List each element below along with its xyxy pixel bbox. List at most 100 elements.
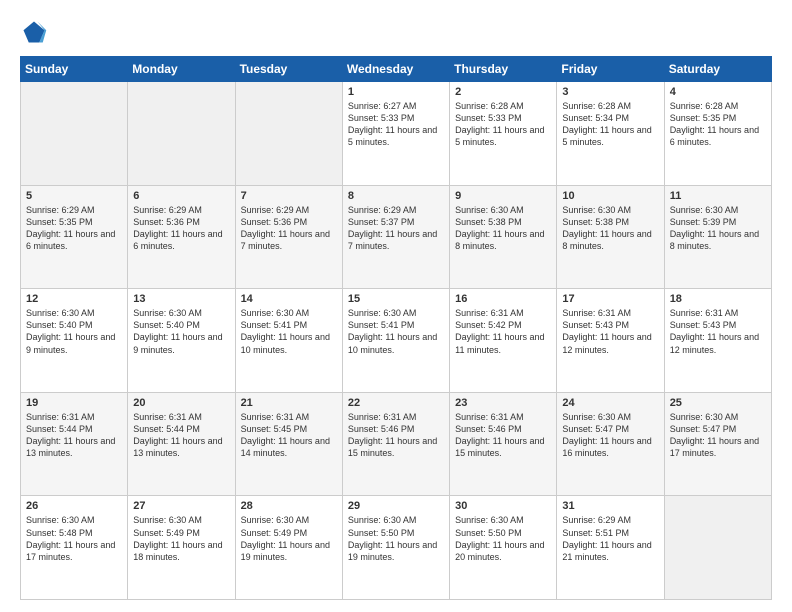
day-number: 18	[670, 293, 766, 305]
day-number: 30	[455, 500, 551, 512]
cell-content: Sunrise: 6:31 AMSunset: 5:43 PMDaylight:…	[670, 307, 766, 356]
cell-content: Sunrise: 6:28 AM Sunset: 5:34 PM Daylight:…	[562, 100, 658, 149]
calendar-cell: 20Sunrise: 6:31 AMSunset: 5:44 PMDayligh…	[128, 392, 235, 496]
calendar-week-row: 5Sunrise: 6:29 AMSunset: 5:35 PMDaylight…	[21, 185, 772, 289]
cell-content: Sunrise: 6:30 AMSunset: 5:49 PMDaylight:…	[241, 514, 337, 563]
sunrise-text: Sunrise: 6:30 AM	[26, 515, 95, 525]
sunrise-text: Sunrise: 6:29 AM	[241, 205, 310, 215]
weekday-header-saturday: Saturday	[664, 57, 771, 82]
sunrise-text: Sunrise: 6:29 AM	[26, 205, 95, 215]
daylight-text: Daylight: 11 hours and 17 minutes.	[670, 436, 759, 458]
calendar-cell: 15Sunrise: 6:30 AMSunset: 5:41 PMDayligh…	[342, 289, 449, 393]
sunset-text: Sunset: 5:34 PM	[562, 113, 629, 123]
sunrise-text: Sunrise: 6:30 AM	[455, 515, 524, 525]
cell-content: Sunrise: 6:31 AMSunset: 5:45 PMDaylight:…	[241, 411, 337, 460]
daylight-text: Daylight: 11 hours and 15 minutes.	[348, 436, 437, 458]
daylight-text: Daylight: 11 hours and 10 minutes.	[241, 332, 330, 354]
calendar-cell: 24Sunrise: 6:30 AMSunset: 5:47 PMDayligh…	[557, 392, 664, 496]
calendar-cell	[235, 82, 342, 186]
sunrise-text: Sunrise: 6:29 AM	[348, 205, 417, 215]
cell-content: Sunrise: 6:30 AMSunset: 5:47 PMDaylight:…	[670, 411, 766, 460]
daylight-text: Daylight: 11 hours and 13 minutes.	[26, 436, 115, 458]
calendar-cell: 5Sunrise: 6:29 AMSunset: 5:35 PMDaylight…	[21, 185, 128, 289]
calendar-cell: 16Sunrise: 6:31 AMSunset: 5:42 PMDayligh…	[450, 289, 557, 393]
daylight-text: Daylight: 11 hours and 5 minutes.	[562, 125, 651, 147]
daylight-text: Daylight: 11 hours and 7 minutes.	[241, 229, 330, 251]
cell-content: Sunrise: 6:29 AMSunset: 5:36 PMDaylight:…	[133, 204, 229, 253]
day-number: 21	[241, 397, 337, 409]
cell-content: Sunrise: 6:30 AMSunset: 5:41 PMDaylight:…	[348, 307, 444, 356]
sunrise-text: Sunrise: 6:28 AM	[455, 101, 524, 111]
cell-content: Sunrise: 6:30 AMSunset: 5:47 PMDaylight:…	[562, 411, 658, 460]
cell-content: Sunrise: 6:30 AMSunset: 5:39 PMDaylight:…	[670, 204, 766, 253]
cell-content: Sunrise: 6:31 AMSunset: 5:46 PMDaylight:…	[455, 411, 551, 460]
daylight-text: Daylight: 11 hours and 19 minutes.	[241, 540, 330, 562]
sunrise-text: Sunrise: 6:28 AM	[562, 101, 631, 111]
calendar-cell: 29Sunrise: 6:30 AMSunset: 5:50 PMDayligh…	[342, 496, 449, 600]
sunset-text: Sunset: 5:42 PM	[455, 320, 522, 330]
day-number: 20	[133, 397, 229, 409]
daylight-text: Daylight: 11 hours and 17 minutes.	[26, 540, 115, 562]
daylight-text: Daylight: 11 hours and 21 minutes.	[562, 540, 651, 562]
calendar-week-row: 19 Sunrise: 6:31 AM Sunset: 5:44 PM Dayligh…	[21, 392, 772, 496]
logo	[20, 18, 52, 46]
day-number: 25	[670, 397, 766, 409]
calendar-cell: 11Sunrise: 6:30 AMSunset: 5:39 PMDayligh…	[664, 185, 771, 289]
daylight-text: Daylight: 11 hours and 8 minutes.	[562, 229, 651, 251]
daylight-text: Daylight: 11 hours and 5 minutes.	[348, 125, 437, 147]
calendar-cell: 7Sunrise: 6:29 AMSunset: 5:36 PMDaylight…	[235, 185, 342, 289]
calendar-cell: 13Sunrise: 6:30 AMSunset: 5:40 PMDayligh…	[128, 289, 235, 393]
calendar-cell: 23Sunrise: 6:31 AMSunset: 5:46 PMDayligh…	[450, 392, 557, 496]
calendar-cell: 10Sunrise: 6:30 AMSunset: 5:38 PMDayligh…	[557, 185, 664, 289]
calendar-cell: 14Sunrise: 6:30 AMSunset: 5:41 PMDayligh…	[235, 289, 342, 393]
daylight-text: Daylight: 11 hours and 6 minutes.	[670, 125, 759, 147]
daylight-text: Daylight: 11 hours and 6 minutes.	[26, 229, 115, 251]
day-number: 9	[455, 190, 551, 202]
calendar-cell	[664, 496, 771, 600]
sunset-text: Sunset: 5:37 PM	[348, 217, 415, 227]
day-number: 13	[133, 293, 229, 305]
sunset-text: Sunset: 5:46 PM	[455, 424, 522, 434]
calendar-cell: 21 Sunrise: 6:31 AMSunset: 5:45 PMDayligh…	[235, 392, 342, 496]
sunset-text: Sunset: 5:44 PM	[26, 424, 93, 434]
calendar-week-row: 1Sunrise: 6:27 AMSunset: 5:33 PMDaylight…	[21, 82, 772, 186]
sunset-text: Sunset: 5:48 PM	[26, 528, 93, 538]
day-number: 22	[348, 397, 444, 409]
cell-content: Sunrise: 6:30 AM Sunset: 5:48 PM Daylight:…	[26, 514, 122, 563]
day-number: 19	[26, 397, 122, 409]
sunrise-text: Sunrise: 6:28 AM	[670, 101, 739, 111]
daylight-text: Daylight: 11 hours and 10 minutes.	[348, 332, 437, 354]
daylight-text: Daylight: 11 hours and 20 minutes.	[455, 540, 544, 562]
calendar-cell: 30 Sunrise: 6:30 AMSunset: 5:50 PMDayligh…	[450, 496, 557, 600]
cell-content: Sunrise: 6:28 AM Sunset: 5:35 PM Daylight:…	[670, 100, 766, 149]
sunrise-text: Sunrise: 6:31 AM	[348, 412, 417, 422]
sunset-text: Sunset: 5:49 PM	[133, 528, 200, 538]
sunrise-text: Sunrise: 6:29 AM	[562, 515, 631, 525]
weekday-header-sunday: Sunday	[21, 57, 128, 82]
sunset-text: Sunset: 5:38 PM	[455, 217, 522, 227]
sunset-text: Sunset: 5:33 PM	[348, 113, 415, 123]
sunset-text: Sunset: 5:43 PM	[562, 320, 629, 330]
day-number: 17	[562, 293, 658, 305]
sunrise-text: Sunrise: 6:30 AM	[670, 205, 739, 215]
sunset-text: Sunset: 5:38 PM	[562, 217, 629, 227]
sunrise-text: Sunrise: 6:30 AM	[562, 412, 631, 422]
sunset-text: Sunset: 5:40 PM	[26, 320, 93, 330]
weekday-header-thursday: Thursday	[450, 57, 557, 82]
daylight-text: Daylight: 11 hours and 5 minutes.	[455, 125, 544, 147]
day-number: 29	[348, 500, 444, 512]
sunset-text: Sunset: 5:49 PM	[241, 528, 308, 538]
sunrise-text: Sunrise: 6:27 AM	[348, 101, 417, 111]
sunrise-text: Sunrise: 6:30 AM	[241, 308, 310, 318]
daylight-text: Daylight: 11 hours and 15 minutes.	[455, 436, 544, 458]
cell-content: Sunrise: 6:29 AM Sunset: 5:51 PM Daylight:…	[562, 514, 658, 563]
cell-content: Sunrise: 6:30 AMSunset: 5:50 PMDaylight:…	[455, 514, 551, 563]
sunset-text: Sunset: 5:50 PM	[348, 528, 415, 538]
sunrise-text: Sunrise: 6:30 AM	[670, 412, 739, 422]
sunset-text: Sunset: 5:35 PM	[670, 113, 737, 123]
sunrise-text: Sunrise: 6:30 AM	[455, 205, 524, 215]
sunset-text: Sunset: 5:51 PM	[562, 528, 629, 538]
day-number: 31	[562, 500, 658, 512]
daylight-text: Daylight: 11 hours and 6 minutes.	[133, 229, 222, 251]
daylight-text: Daylight: 11 hours and 19 minutes.	[348, 540, 437, 562]
